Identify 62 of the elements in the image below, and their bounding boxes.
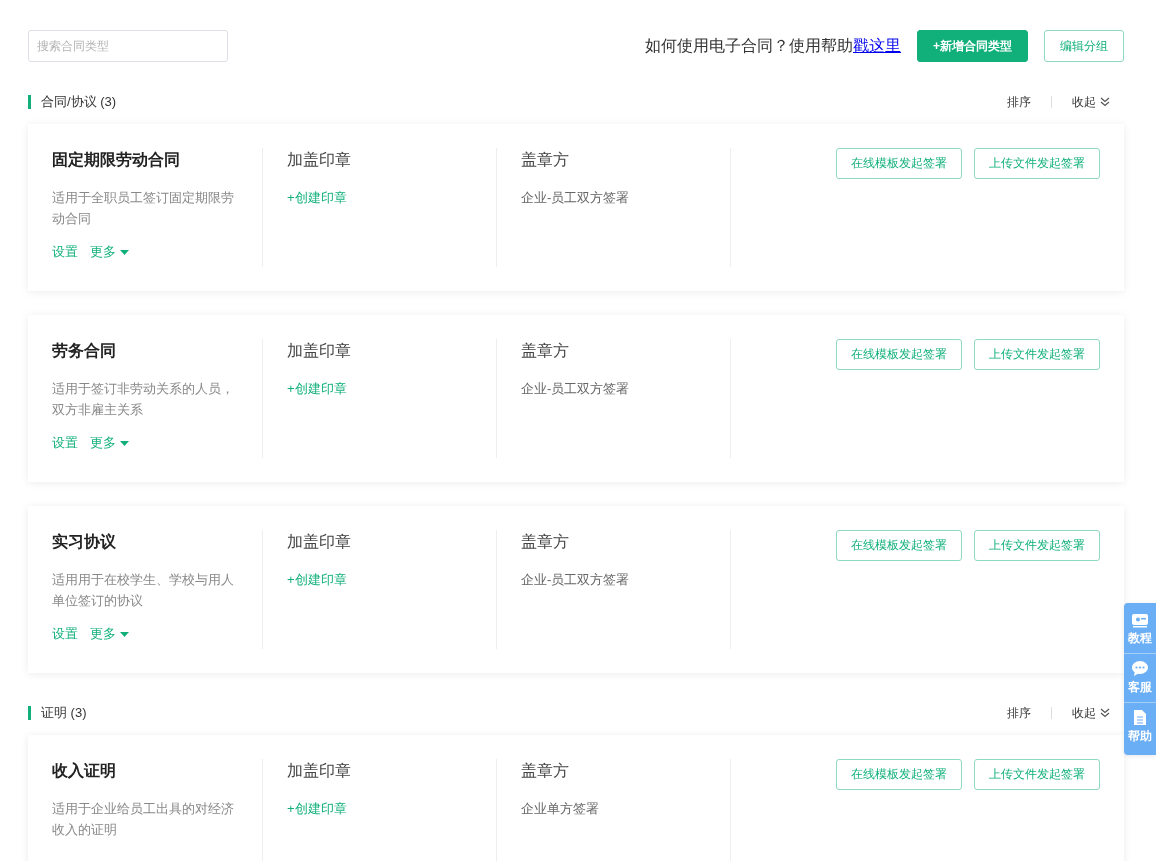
party-label: 盖章方 xyxy=(521,150,570,170)
create-seal-link[interactable]: +创建印章 xyxy=(287,569,472,590)
card-description: 适用用于在校学生、学校与用人单位签订的协议 xyxy=(52,571,235,610)
create-seal-link[interactable]: +创建印章 xyxy=(287,798,472,819)
online-template-button[interactable]: 在线模板发起签署 xyxy=(836,530,962,561)
id-card-icon xyxy=(1131,613,1149,628)
section-marker xyxy=(28,706,31,720)
caret-icon xyxy=(120,631,129,637)
help-link[interactable]: 戳这里 xyxy=(853,36,901,54)
create-seal-link[interactable]: +创建印章 xyxy=(287,378,472,399)
settings-link[interactable]: 设置 xyxy=(52,243,78,261)
collapse-link[interactable]: 收起 xyxy=(1072,704,1110,722)
double-chevron-icon xyxy=(1100,97,1110,107)
card-title: 收入证明 xyxy=(52,761,117,781)
double-chevron-icon xyxy=(1100,708,1110,718)
online-template-button[interactable]: 在线模板发起签署 xyxy=(836,148,962,179)
seal-label: 加盖印章 xyxy=(287,150,352,170)
section-marker xyxy=(28,95,31,109)
section-title: 合同/协议 (3) xyxy=(41,93,117,111)
more-link[interactable]: 更多 xyxy=(90,434,129,452)
card-title: 实习协议 xyxy=(52,532,117,552)
section-title: 证明 (3) xyxy=(41,704,87,722)
settings-link[interactable]: 设置 xyxy=(52,625,78,643)
add-type-button[interactable]: +新增合同类型 xyxy=(917,30,1028,62)
upload-file-button[interactable]: 上传文件发起签署 xyxy=(974,530,1100,561)
caret-icon xyxy=(120,440,129,446)
seal-label: 加盖印章 xyxy=(287,761,352,781)
card-description: 适用于全职员工签订固定期限劳动合同 xyxy=(52,189,235,228)
side-panel-item[interactable]: 客服 xyxy=(1124,653,1156,702)
online-template-button[interactable]: 在线模板发起签署 xyxy=(836,759,962,790)
card-title: 劳务合同 xyxy=(52,341,117,361)
party-label: 盖章方 xyxy=(521,341,570,361)
edit-group-button[interactable]: 编辑分组 xyxy=(1044,30,1124,62)
upload-file-button[interactable]: 上传文件发起签署 xyxy=(974,759,1100,790)
search-field[interactable]: 搜索合同类型 xyxy=(28,30,228,62)
upload-file-button[interactable]: 上传文件发起签署 xyxy=(974,148,1100,179)
sort-link[interactable]: 排序 xyxy=(1007,704,1031,722)
sort-link[interactable]: 排序 xyxy=(1007,93,1031,111)
card-title: 固定期限劳动合同 xyxy=(52,150,181,170)
side-panel-item[interactable]: 帮助 xyxy=(1124,702,1156,751)
more-link[interactable]: 更多 xyxy=(90,243,129,261)
card-description: 适用于签订非劳动关系的人员，双方非雇主关系 xyxy=(52,380,235,419)
chat-bubble-icon xyxy=(1131,660,1149,677)
more-link[interactable]: 更多 xyxy=(90,625,129,643)
help-text: 如何使用电子合同？使用帮助戳这里 xyxy=(645,35,901,56)
create-seal-link[interactable]: +创建印章 xyxy=(287,187,472,208)
seal-label: 加盖印章 xyxy=(287,532,352,552)
party-value: 企业-员工双方签署 xyxy=(521,571,631,589)
party-value: 企业-员工双方签署 xyxy=(521,189,631,207)
card-description: 适用于企业给员工出具的对经济收入的证明 xyxy=(52,800,235,839)
party-value: 企业-员工双方签署 xyxy=(521,380,631,398)
online-template-button[interactable]: 在线模板发起签署 xyxy=(836,339,962,370)
upload-file-button[interactable]: 上传文件发起签署 xyxy=(974,339,1100,370)
party-label: 盖章方 xyxy=(521,532,570,552)
settings-link[interactable]: 设置 xyxy=(52,434,78,452)
caret-icon xyxy=(120,249,129,255)
party-label: 盖章方 xyxy=(521,761,570,781)
document-icon xyxy=(1133,709,1147,726)
seal-label: 加盖印章 xyxy=(287,341,352,361)
party-value: 企业单方签署 xyxy=(521,800,600,818)
collapse-link[interactable]: 收起 xyxy=(1072,93,1110,111)
side-panel-item[interactable]: 教程 xyxy=(1124,607,1156,653)
